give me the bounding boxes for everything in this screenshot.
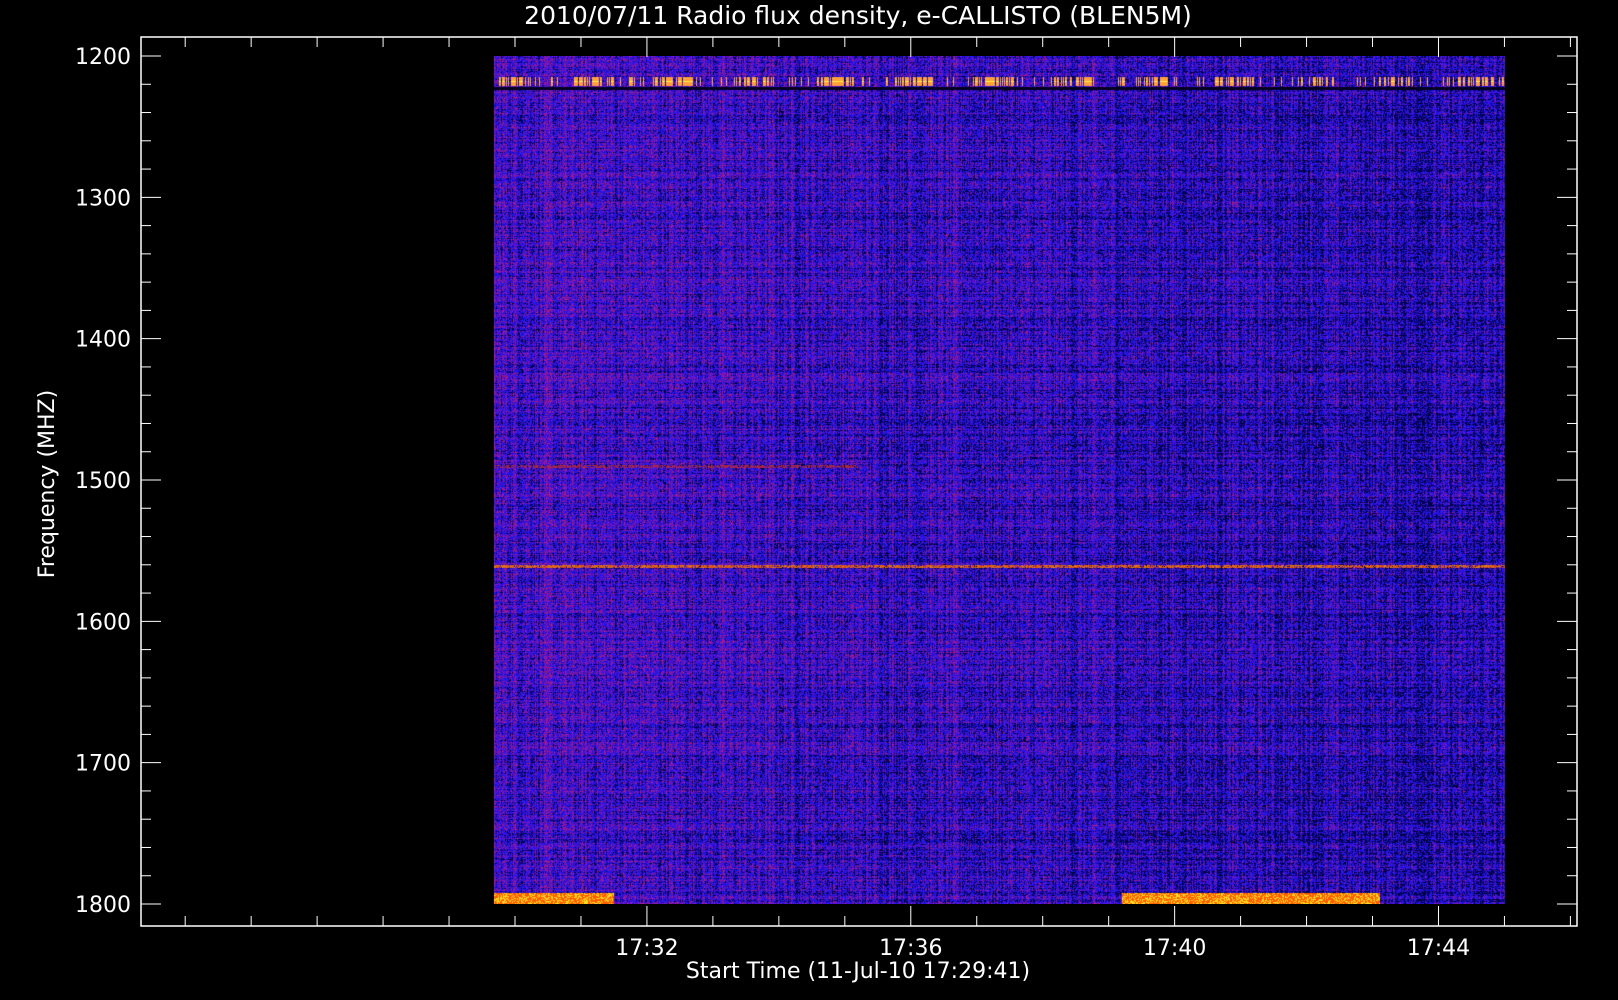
y-tick-label: 1600 [75, 610, 131, 635]
y-tick-label: 1500 [75, 469, 131, 494]
spectrogram-raster [493, 56, 1505, 904]
x-tick-label: 17:32 [615, 936, 678, 961]
y-axis-label: Frequency (MHZ) [35, 390, 60, 578]
y-tick-label: 1800 [75, 893, 131, 918]
x-tick-label: 17:36 [879, 936, 942, 961]
x-tick-label: 17:44 [1407, 936, 1470, 961]
spectrogram-image [493, 56, 1505, 904]
y-tick-label: 1200 [75, 45, 131, 70]
x-tick-label: 17:40 [1143, 936, 1206, 961]
y-tick-label: 1300 [75, 186, 131, 211]
x-axis-label: Start Time (11-Jul-10 17:29:41) [686, 959, 1030, 984]
spectrogram-chart: 2010/07/11 Radio flux density, e-CALLIST… [0, 0, 1618, 1000]
chart-title: 2010/07/11 Radio flux density, e-CALLIST… [524, 1, 1192, 30]
y-tick-label: 1700 [75, 752, 131, 777]
y-tick-label: 1400 [75, 328, 131, 353]
